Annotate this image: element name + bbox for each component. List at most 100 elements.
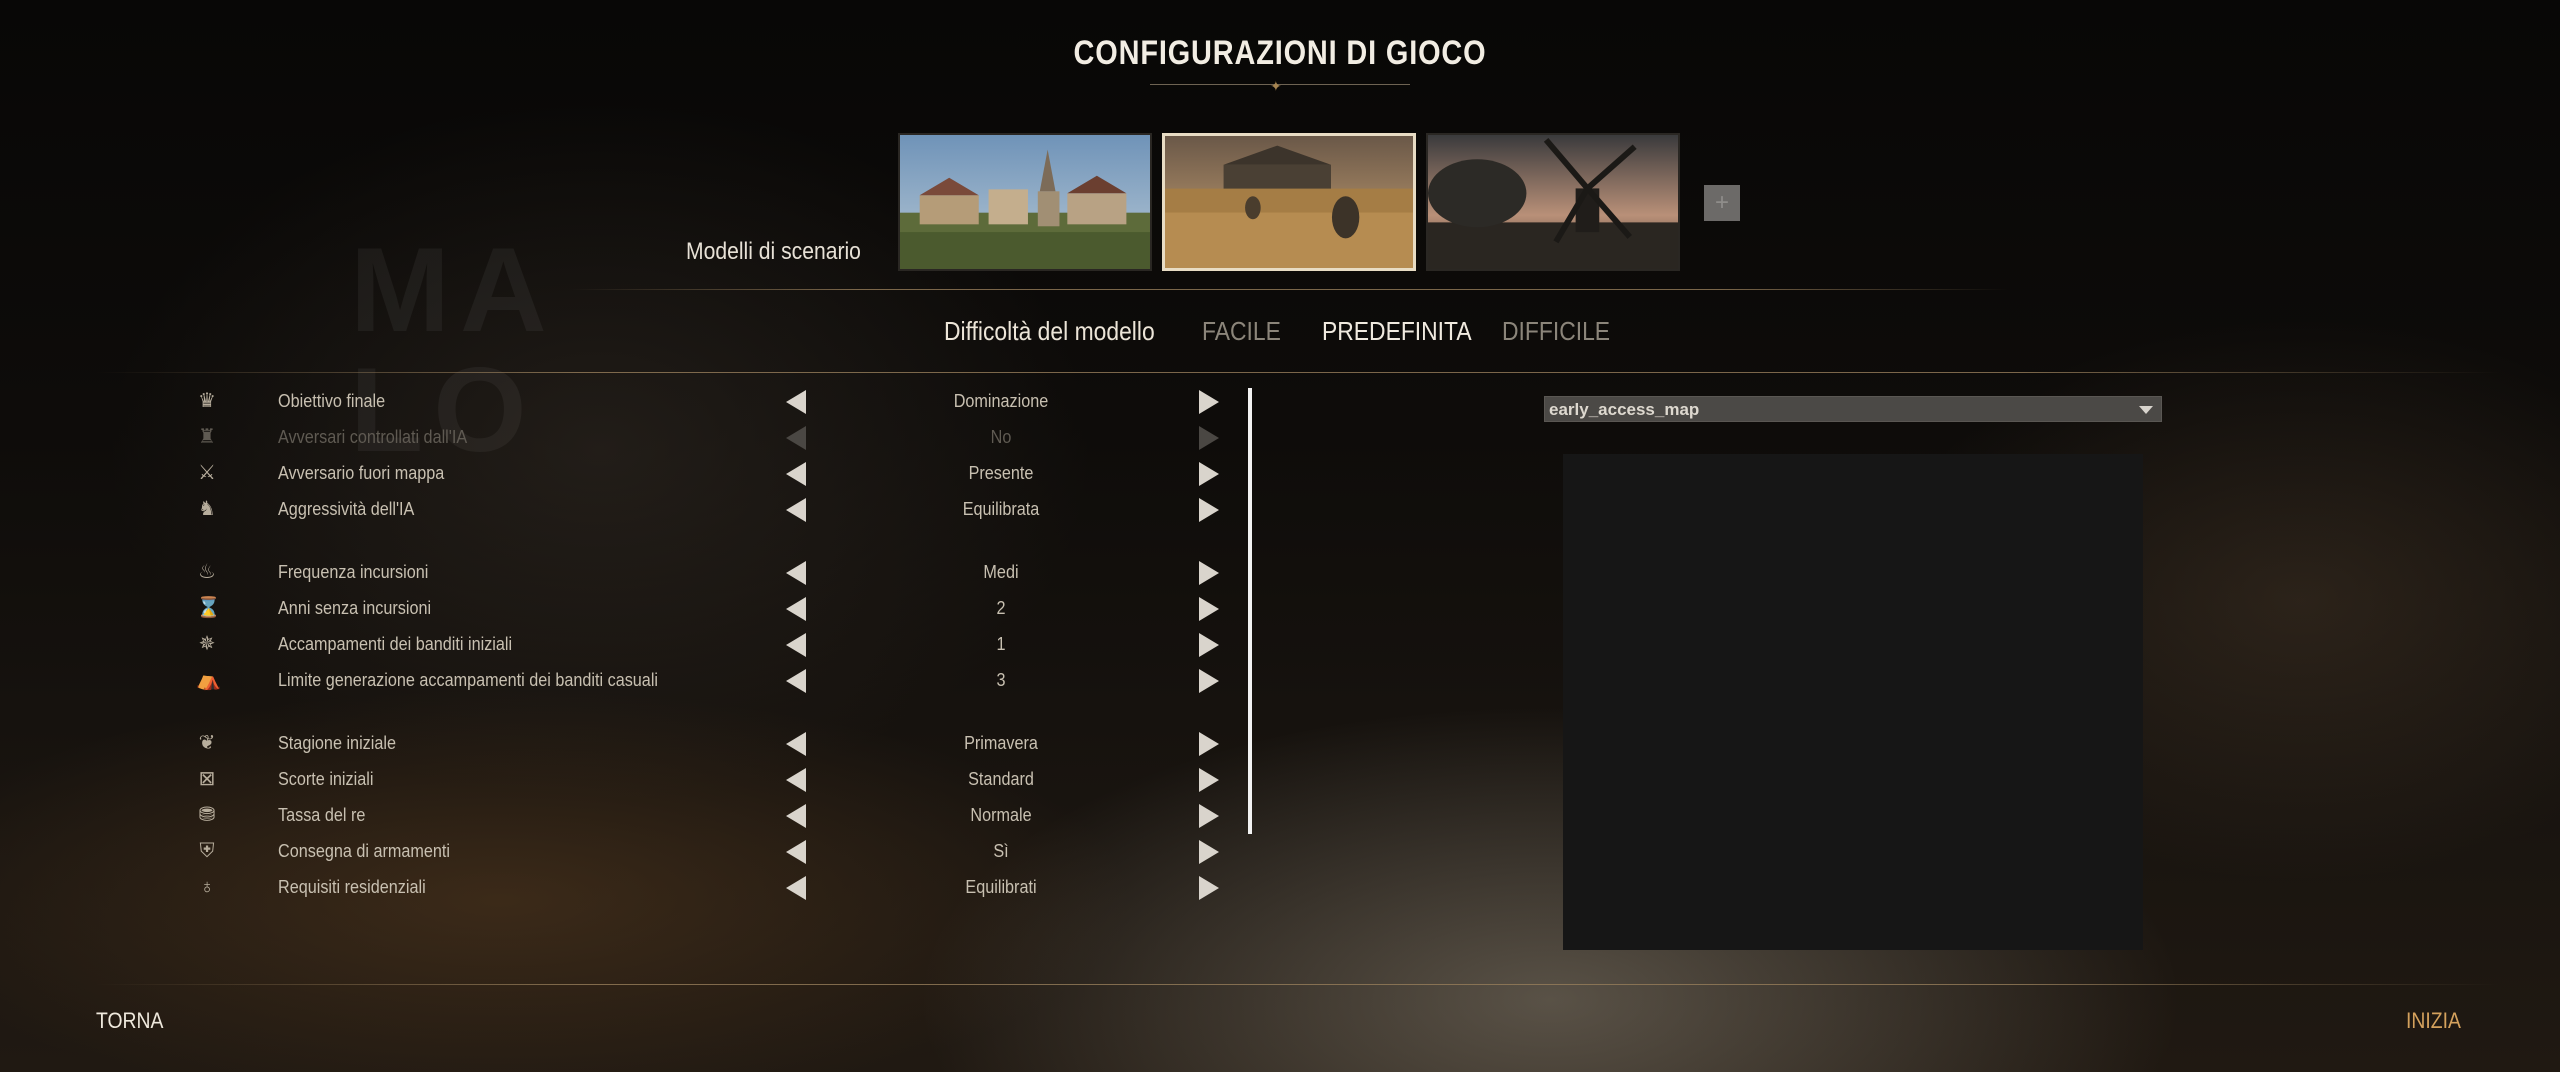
arrow-left-icon[interactable] <box>786 390 806 414</box>
arrow-right-icon[interactable] <box>1199 561 1219 585</box>
map-dropdown[interactable]: early_access_map <box>1544 396 2162 422</box>
chevron-down-icon <box>2139 406 2153 414</box>
divider <box>96 372 2500 373</box>
difficulty-option-easy[interactable]: FACILE <box>1202 316 1281 347</box>
arrow-right-icon[interactable] <box>1199 390 1219 414</box>
setting-value: Sì <box>993 841 1009 861</box>
setting-value: Medi <box>983 562 1019 582</box>
arrow-left-icon[interactable] <box>786 462 806 486</box>
ornament-icon: ✦ <box>1270 78 1282 94</box>
flame-icon: ♨ <box>198 561 216 583</box>
windmill-scene-image <box>1428 135 1678 269</box>
difficulty-option-hard[interactable]: DIFFICILE <box>1502 316 1610 347</box>
scenario-thumb-town[interactable] <box>898 133 1152 271</box>
setting-row: ⊠ Scorte iniziali Standard <box>0 764 1240 798</box>
map-preview <box>1563 454 2143 950</box>
setting-label: Avversario fuori mappa <box>278 463 445 483</box>
arrow-right-icon[interactable] <box>1199 768 1219 792</box>
arrow-right-icon[interactable] <box>1199 426 1219 450</box>
setting-label: Limite generazione accampamenti dei band… <box>278 670 659 690</box>
setting-row: ⌛ Anni senza incursioni 2 <box>0 593 1240 627</box>
setting-value: Presente <box>968 463 1034 483</box>
setting-label: Anni senza incursioni <box>278 598 432 618</box>
setting-label: Scorte iniziali <box>278 769 374 789</box>
setting-label: Avversari controllati dall'IA <box>278 427 468 447</box>
setting-row: ♜ Avversari controllati dall'IA No <box>0 422 1240 456</box>
arrow-left-icon[interactable] <box>786 669 806 693</box>
setting-label: Requisiti residenziali <box>278 877 426 897</box>
back-button[interactable]: TORNA <box>96 1008 163 1034</box>
knight-helmet-icon: ♞ <box>198 498 216 520</box>
setting-value: Equilibrata <box>962 499 1040 519</box>
settings-scrollbar[interactable] <box>1248 388 1252 834</box>
setting-value: 2 <box>996 598 1006 618</box>
arrow-right-icon[interactable] <box>1199 732 1219 756</box>
arrow-left-icon[interactable] <box>786 768 806 792</box>
campfire-icon: ✵ <box>198 633 216 655</box>
scenario-thumb-windmill[interactable] <box>1426 133 1680 271</box>
setting-label: Consegna di armamenti <box>278 841 450 861</box>
divider <box>96 984 2500 985</box>
setting-row: ⛃ Tassa del re Normale <box>0 800 1240 834</box>
arrow-left-icon[interactable] <box>786 426 806 450</box>
arrow-left-icon[interactable] <box>786 804 806 828</box>
setting-label: Aggressività dell'IA <box>278 499 415 519</box>
arrow-right-icon[interactable] <box>1199 876 1219 900</box>
arrow-right-icon[interactable] <box>1199 462 1219 486</box>
setting-value: Primavera <box>964 733 1038 753</box>
arrow-left-icon[interactable] <box>786 597 806 621</box>
setting-label: Accampamenti dei banditi iniziali <box>278 634 513 654</box>
setting-value: Normale <box>970 805 1032 825</box>
setting-value: 3 <box>996 670 1006 690</box>
setting-row: ♛ Obiettivo finale Dominazione <box>0 386 1240 420</box>
setting-label: Frequenza incursioni <box>278 562 429 582</box>
crowns-icon: ♜ <box>198 426 216 448</box>
setting-row: ♞ Aggressività dell'IA Equilibrata <box>0 494 1240 528</box>
map-dropdown-value: early_access_map <box>1549 400 1700 419</box>
crossed-swords-icon: ⚔ <box>198 462 216 484</box>
wheat-field-scene-image <box>1165 136 1413 268</box>
hourglass-icon: ⌛ <box>196 597 221 619</box>
setting-value: Standard <box>968 769 1034 789</box>
setting-row: ⛺ Limite generazione accampamenti dei ban… <box>0 665 1240 699</box>
add-scenario-button[interactable]: + <box>1704 185 1740 221</box>
arrow-right-icon[interactable] <box>1199 804 1219 828</box>
arrow-right-icon[interactable] <box>1199 597 1219 621</box>
arrow-left-icon[interactable] <box>786 633 806 657</box>
setting-label: Tassa del re <box>278 805 366 825</box>
arrow-right-icon[interactable] <box>1199 498 1219 522</box>
shield-icon: ⛨ <box>199 840 215 862</box>
difficulty-label: Difficoltà del modello <box>944 316 1155 346</box>
scenario-label: Modelli di scenario <box>686 238 861 265</box>
arrow-left-icon[interactable] <box>786 561 806 585</box>
setting-row: ⚔ Avversario fuori mappa Presente <box>0 458 1240 492</box>
arrow-left-icon[interactable] <box>786 732 806 756</box>
divider <box>570 289 2008 290</box>
coins-icon: ⛃ <box>198 804 216 826</box>
money-bag-icon: ♁ <box>199 876 215 898</box>
setting-row: ♨ Frequenza incursioni Medi <box>0 557 1240 591</box>
arrow-left-icon[interactable] <box>786 876 806 900</box>
arrow-right-icon[interactable] <box>1199 840 1219 864</box>
arrow-left-icon[interactable] <box>786 498 806 522</box>
arrow-right-icon[interactable] <box>1199 669 1219 693</box>
difficulty-option-default[interactable]: PREDEFINITA <box>1322 316 1472 347</box>
page-title: CONFIGURAZIONI DI GIOCO <box>1073 34 1487 72</box>
arrow-right-icon[interactable] <box>1199 633 1219 657</box>
setting-row: ✵ Accampamenti dei banditi iniziali 1 <box>0 629 1240 663</box>
crown-objective-icon: ♛ <box>198 390 216 412</box>
arrow-left-icon[interactable] <box>786 840 806 864</box>
setting-value: Dominazione <box>953 391 1049 411</box>
leaf-icon: ❦ <box>198 732 216 754</box>
setting-value: Equilibrati <box>965 877 1037 897</box>
setting-value: No <box>990 427 1012 447</box>
setting-row: ❦ Stagione iniziale Primavera <box>0 728 1240 762</box>
tent-icon: ⛺ <box>196 669 221 691</box>
start-button[interactable]: INIZIA <box>2406 1008 2461 1034</box>
setting-value: 1 <box>996 634 1006 654</box>
setting-row: ♁ Requisiti residenziali Equilibrati <box>0 872 1240 906</box>
town-scene-image <box>900 135 1150 269</box>
scenario-thumb-wheat-field[interactable] <box>1162 133 1416 271</box>
setting-label: Stagione iniziale <box>278 733 396 753</box>
crate-icon: ⊠ <box>198 768 216 790</box>
